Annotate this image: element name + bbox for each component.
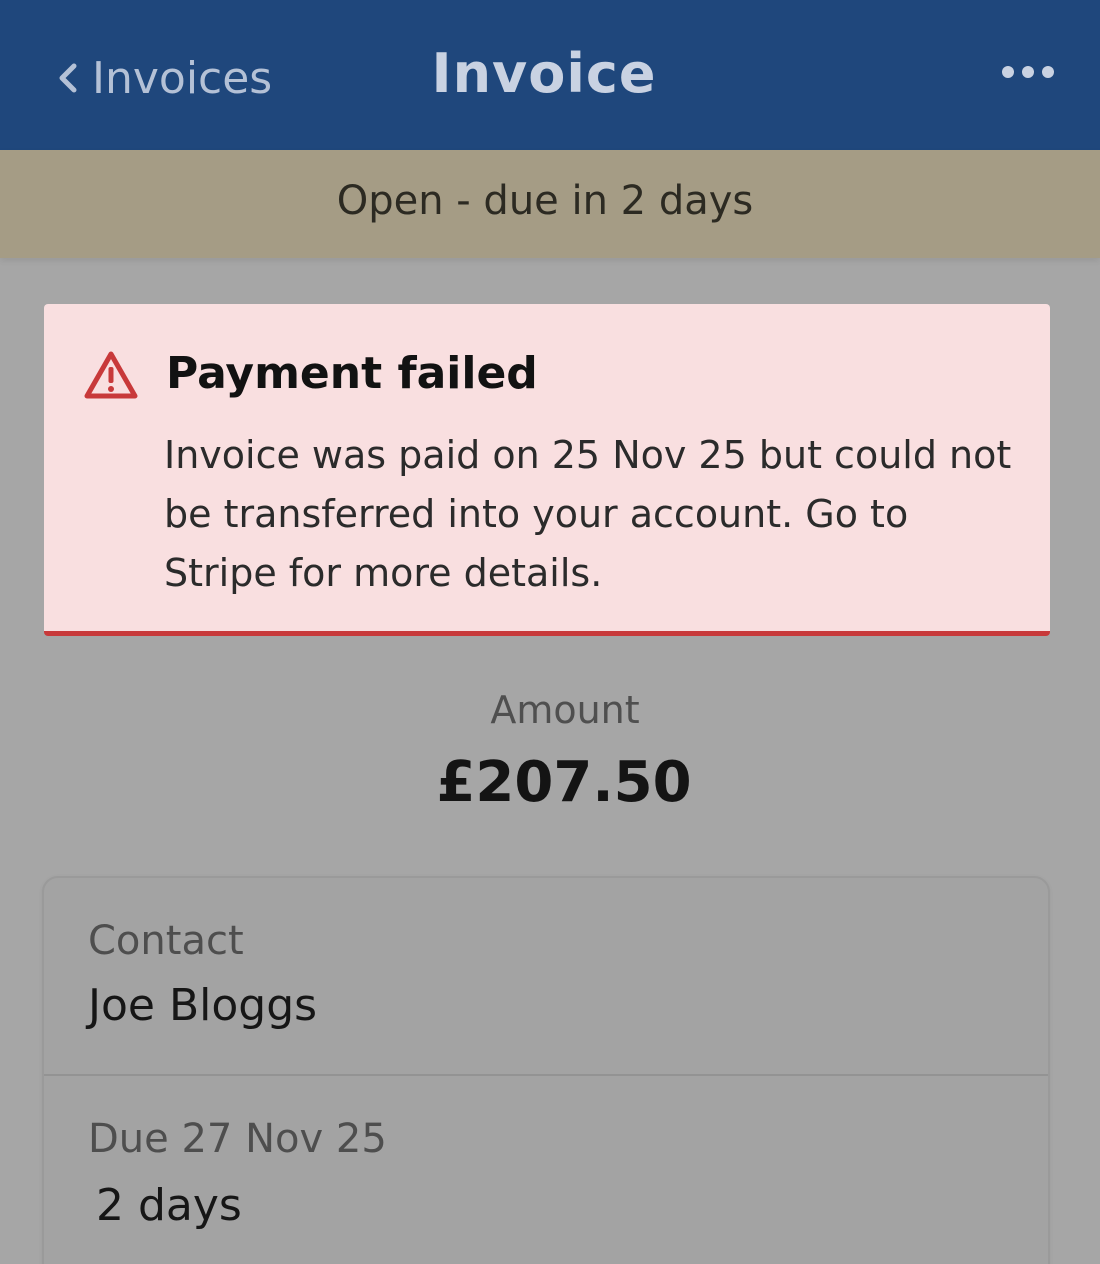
status-text: Open - due in 2 days [336, 178, 754, 224]
invoice-details-card: Contact Joe Bloggs Due 27 Nov 25 2 days [42, 876, 1050, 1264]
ellipsis-icon[interactable] [996, 52, 1060, 92]
divider [44, 1074, 1048, 1076]
amount-label: Amount [490, 688, 640, 732]
status-banner: Open - due in 2 days [0, 150, 1100, 258]
nav-header: Invoices Invoice [0, 0, 1100, 150]
contact-name: Joe Bloggs [88, 980, 318, 1031]
payment-failed-alert: Payment failed Invoice was paid on 25 No… [44, 304, 1050, 636]
invoice-screen: Invoices Invoice Open - due in 2 days Pa… [0, 0, 1100, 1264]
warning-triangle-icon [84, 351, 138, 399]
alert-message: Invoice was paid on 25 Nov 25 but could … [164, 433, 1012, 595]
page-title: Invoice [431, 42, 657, 105]
amount-value: £207.50 [436, 750, 692, 815]
due-date-label: Due 27 Nov 25 [88, 1116, 387, 1162]
alert-title: Payment failed [166, 348, 538, 399]
contact-label: Contact [88, 918, 244, 964]
due-in-value: 2 days [96, 1180, 242, 1231]
